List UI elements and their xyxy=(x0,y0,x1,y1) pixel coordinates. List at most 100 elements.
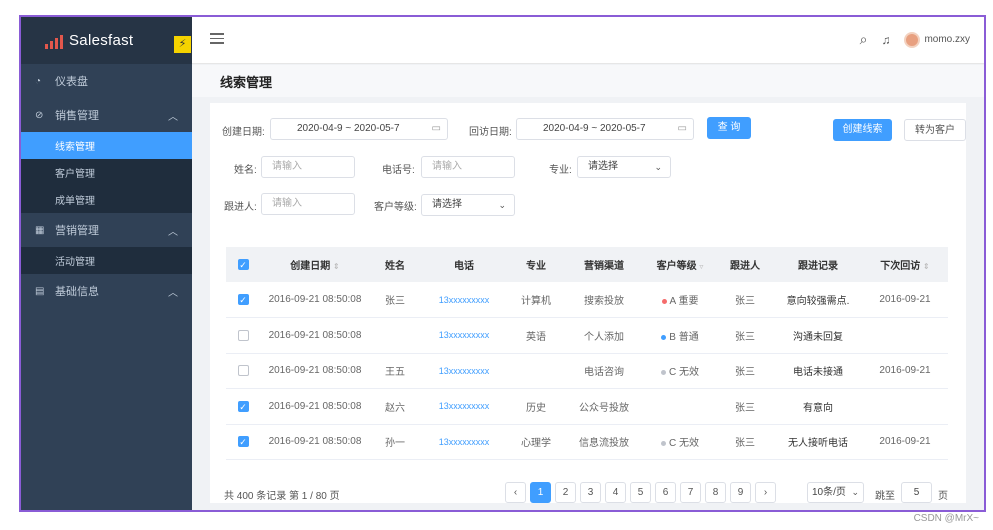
jump-input[interactable]: 5 xyxy=(901,482,932,503)
row-checkbox[interactable] xyxy=(237,329,249,341)
query-button[interactable]: 查 询 xyxy=(707,117,751,139)
next-page-button[interactable]: › xyxy=(755,482,776,503)
cell-level: B 普通 xyxy=(644,317,716,354)
cell-phone[interactable]: 13xxxxxxxxx xyxy=(420,353,508,389)
sidebar-item-deals[interactable]: 成单管理 xyxy=(21,186,192,213)
bolt-icon[interactable]: ⚡ xyxy=(174,36,191,53)
cell-channel: 个人添加 xyxy=(564,317,644,354)
table-row[interactable]: ✓ 2016-09-21 08:50:08 赵六 13xxxxxxxxx 历史 公众号投放… xyxy=(226,388,948,425)
page-button[interactable]: 3 xyxy=(580,482,601,503)
page-button[interactable]: 4 xyxy=(605,482,626,503)
page-button[interactable]: 7 xyxy=(680,482,701,503)
row-checkbox[interactable]: ✓ xyxy=(237,400,249,412)
prev-page-button[interactable]: ‹ xyxy=(505,482,526,503)
sidebar-item-dashboard[interactable]: ◔ 仪表盘 xyxy=(21,64,192,98)
table-row[interactable]: 2016-09-21 08:50:08 13xxxxxxxxx 英语 个人添加 B 普通… xyxy=(226,317,948,354)
table-row[interactable]: ✓ 2016-09-21 08:50:08 孙一 13xxxxxxxxx 心理学 信息流投… xyxy=(226,424,948,460)
level-text: B 普通 xyxy=(669,331,699,343)
sidebar-item-customers[interactable]: 客户管理 xyxy=(21,159,192,186)
sidebar: Salesfast ⚡ ◔ 仪表盘 ⊘ 销售管理 ︿ 线索管理 客户管理 成单管… xyxy=(21,17,192,510)
sidebar-group-label: 基础信息 xyxy=(55,286,99,298)
page-button[interactable]: 8 xyxy=(705,482,726,503)
cell-name: 孙一 xyxy=(370,424,420,460)
sort-icon[interactable]: ⇕ xyxy=(923,262,930,271)
cell-phone[interactable]: 13xxxxxxxxx xyxy=(420,282,508,318)
row-select-cell[interactable] xyxy=(226,353,260,389)
logo-bars-icon xyxy=(45,33,63,49)
user-menu[interactable]: momo.zxy xyxy=(904,31,970,48)
sidebar-group-marketing[interactable]: ▦ 营销管理 ︿ xyxy=(21,213,192,247)
cell-phone[interactable]: 13xxxxxxxxx xyxy=(420,424,508,460)
table-row[interactable]: ✓ 2016-09-21 08:50:08 张三 13xxxxxxxxx 计算机 搜索投放… xyxy=(226,282,948,318)
level-dot xyxy=(661,370,666,376)
col-level[interactable]: 客户等级 ▿ xyxy=(644,247,716,282)
cell-name: 赵六 xyxy=(370,388,420,425)
cell-major: 英语 xyxy=(508,317,564,354)
watermark: CSDN @MrX~ xyxy=(913,513,979,524)
col-next-visit[interactable]: 下次回访 ⇕ xyxy=(862,247,948,282)
page-button[interactable]: 5 xyxy=(630,482,651,503)
grid-icon: ▦ xyxy=(35,224,45,236)
follower-input[interactable]: 请输入 xyxy=(261,193,355,215)
phone-label: 电话号: xyxy=(382,165,415,176)
cell-phone[interactable]: 13xxxxxxxxx xyxy=(420,388,508,425)
cell-next-visit: 2016-09-21 xyxy=(862,424,948,460)
filter-icon[interactable]: ▿ xyxy=(699,262,703,271)
table-row[interactable]: 2016-09-21 08:50:08 王五 13xxxxxxxxx 电话咨询 C 无效… xyxy=(226,353,948,389)
sidebar-group-sales[interactable]: ⊘ 销售管理 ︿ xyxy=(21,98,192,132)
cell-name: 王五 xyxy=(370,353,420,389)
page-suffix: 页 xyxy=(938,491,948,502)
visit-date-value: 2020-04-9 ~ 2020-05-7 xyxy=(543,123,646,134)
cell-record: 无人接听电话 xyxy=(774,424,862,460)
convert-button[interactable]: 转为客户 xyxy=(904,119,966,141)
cell-major xyxy=(508,353,564,389)
search-icon[interactable]: ⌕ xyxy=(860,31,868,48)
phone-input[interactable]: 请输入 xyxy=(421,156,515,178)
cell-name xyxy=(370,317,420,354)
calendar-icon: ▭ xyxy=(677,123,687,134)
level-select[interactable]: 请选择 ⌄ xyxy=(421,194,515,216)
level-text: A 重要 xyxy=(669,296,699,307)
page-button[interactable]: 1 xyxy=(530,482,551,503)
row-checkbox[interactable]: ✓ xyxy=(237,293,249,305)
username: momo.zxy xyxy=(924,34,970,45)
col-create-date[interactable]: 创建日期 ⇕ xyxy=(260,247,370,282)
chevron-down-icon: ⌄ xyxy=(654,162,662,172)
cell-major: 历史 xyxy=(508,388,564,425)
menu-toggle-icon[interactable] xyxy=(210,33,224,45)
major-select-value: 请选择 xyxy=(588,161,618,172)
row-select-cell[interactable]: ✓ xyxy=(226,282,260,318)
row-select-cell[interactable]: ✓ xyxy=(226,424,260,460)
sidebar-group-label: 销售管理 xyxy=(55,110,99,122)
page-size-select[interactable]: 10条/页 ⌄ xyxy=(807,482,864,503)
row-select-cell[interactable] xyxy=(226,317,260,354)
page-button[interactable]: 9 xyxy=(730,482,751,503)
pagination-summary: 共 400 条记录 第 1 / 80 页 xyxy=(224,491,340,502)
cell-date: 2016-09-21 08:50:08 xyxy=(260,317,370,354)
row-checkbox[interactable]: ✓ xyxy=(237,436,249,448)
select-all-checkbox[interactable]: ✓ xyxy=(237,258,249,270)
sidebar-group-basic[interactable]: ▤ 基础信息 ︿ xyxy=(21,274,192,308)
sort-icon[interactable]: ⇕ xyxy=(333,262,340,271)
page-button[interactable]: 6 xyxy=(655,482,676,503)
create-date-range[interactable]: 2020-04-9 ~ 2020-05-7 ▭ xyxy=(270,118,448,140)
visit-date-range[interactable]: 2020-04-9 ~ 2020-05-7 ▭ xyxy=(516,118,694,140)
major-select[interactable]: 请选择 ⌄ xyxy=(577,156,671,178)
check-circle-icon: ⊘ xyxy=(35,109,44,121)
create-lead-button[interactable]: 创建线索 xyxy=(833,119,892,141)
bell-icon[interactable]: ♫ xyxy=(881,33,890,47)
cell-major: 计算机 xyxy=(508,282,564,318)
major-label: 专业: xyxy=(549,165,572,176)
row-select-cell[interactable]: ✓ xyxy=(226,388,260,425)
cell-record: 电话未接通 xyxy=(774,353,862,389)
level-dot xyxy=(661,298,667,304)
row-checkbox[interactable] xyxy=(237,365,249,377)
create-date-value: 2020-04-9 ~ 2020-05-7 xyxy=(297,123,400,134)
sidebar-item-activities[interactable]: 活动管理 xyxy=(21,247,192,274)
name-input[interactable]: 请输入 xyxy=(261,156,355,178)
select-all-cell[interactable]: ✓ xyxy=(226,247,260,282)
sidebar-item-leads[interactable]: 线索管理 xyxy=(21,132,192,159)
cell-record: 意向较强需点. xyxy=(774,282,862,318)
cell-phone[interactable]: 13xxxxxxxxx xyxy=(420,317,508,354)
page-button[interactable]: 2 xyxy=(555,482,576,503)
